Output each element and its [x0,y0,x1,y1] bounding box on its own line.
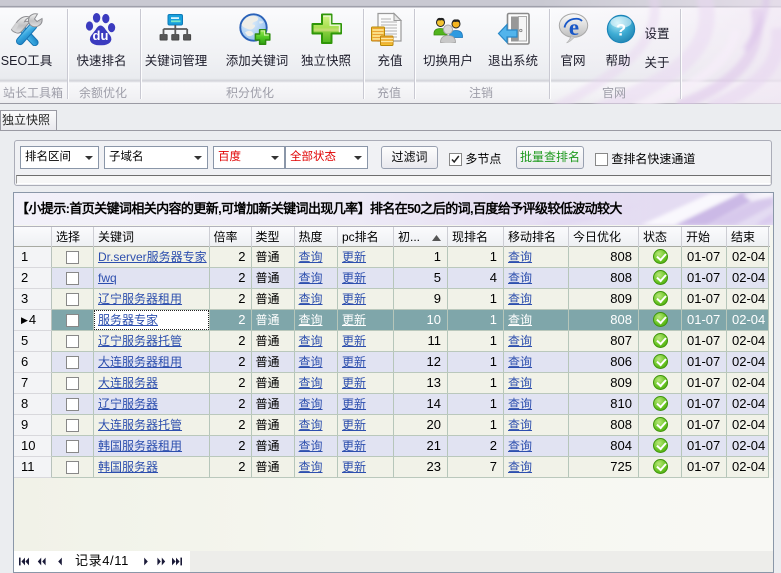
svg-text:du: du [93,28,109,43]
svg-text:?: ? [616,21,626,40]
